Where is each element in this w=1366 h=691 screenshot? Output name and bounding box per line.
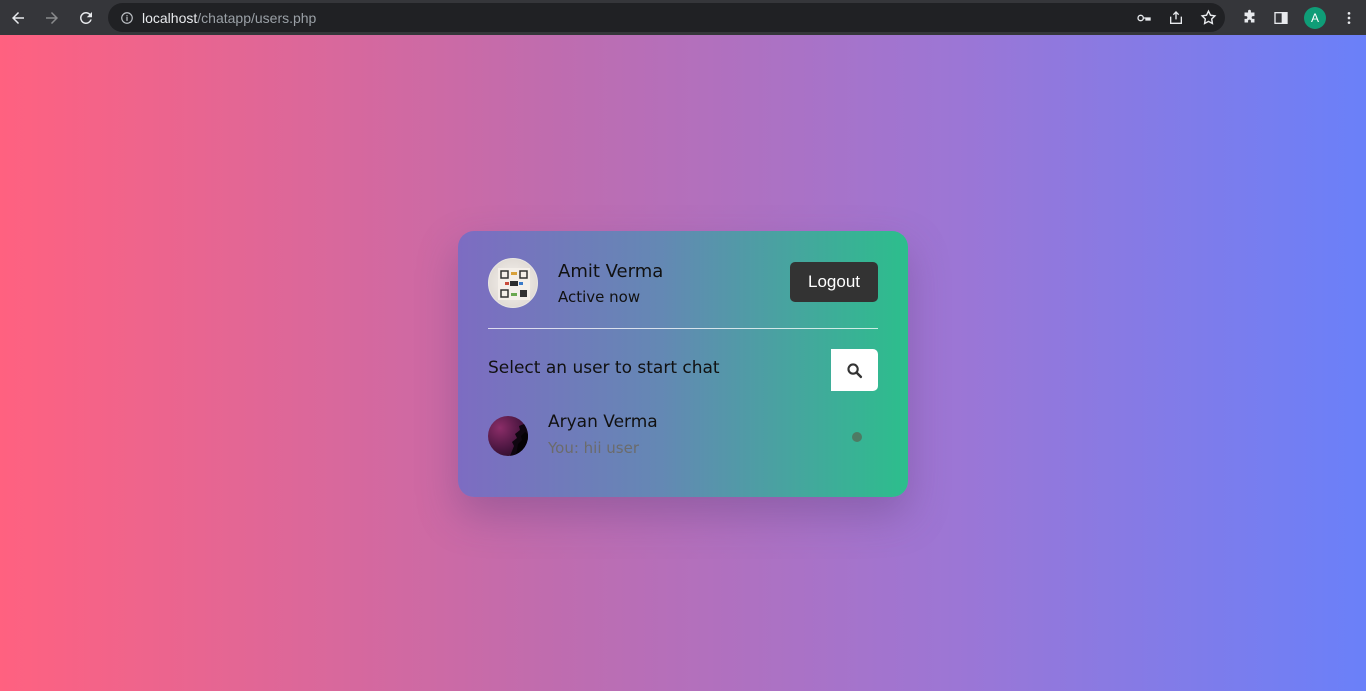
address-bar[interactable]: localhost/chatapp/users.php: [108, 3, 1225, 32]
page-background: Amit Verma Active now Logout Select an u…: [0, 35, 1366, 691]
browser-toolbar: localhost/chatapp/users.php A: [0, 0, 1366, 35]
avatar-image-icon: [498, 268, 530, 300]
bookmark-star-icon[interactable]: [1199, 9, 1217, 27]
avatar-image-icon: [510, 424, 528, 456]
chat-users-card: Amit Verma Active now Logout Select an u…: [458, 231, 908, 497]
side-panel-icon[interactable]: [1272, 9, 1290, 27]
current-user-name: Amit Verma: [558, 261, 664, 282]
search-prompt-text: Select an user to start chat: [488, 358, 720, 378]
back-arrow-icon: [12, 11, 24, 24]
last-message: You: hii user: [548, 439, 640, 457]
search-bar: Select an user to start chat: [488, 349, 878, 391]
forward-arrow-icon: [46, 11, 58, 24]
reload-button[interactable]: [70, 2, 102, 34]
key-icon[interactable]: [1135, 9, 1153, 27]
url-text: localhost/chatapp/users.php: [142, 10, 316, 26]
extensions-puzzle-icon[interactable]: [1240, 9, 1258, 27]
reload-icon: [79, 11, 92, 24]
user-avatar: [488, 416, 528, 456]
site-info-icon[interactable]: [120, 11, 134, 25]
current-user-header: Amit Verma Active now Logout: [488, 257, 878, 329]
online-status-dot: [852, 432, 862, 442]
search-icon: [847, 362, 863, 378]
menu-kebab-icon[interactable]: [1340, 9, 1358, 27]
current-user-status: Active now: [558, 288, 641, 306]
share-icon[interactable]: [1167, 9, 1185, 27]
current-user-avatar: [488, 258, 538, 308]
list-item[interactable]: Aryan Verma You: hii user: [488, 412, 878, 462]
user-name: Aryan Verma: [548, 412, 658, 432]
forward-button[interactable]: [36, 2, 68, 34]
back-button[interactable]: [2, 2, 34, 34]
logout-button[interactable]: Logout: [790, 262, 878, 302]
profile-avatar[interactable]: A: [1304, 6, 1326, 29]
url-host: localhost: [142, 9, 198, 26]
search-button[interactable]: [831, 349, 878, 391]
url-path: /chatapp/users.php: [197, 9, 317, 26]
